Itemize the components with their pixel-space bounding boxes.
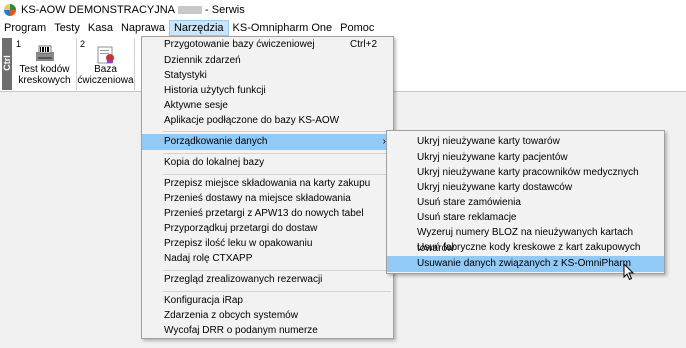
button-label: Baza ćwiczeniowa [77, 64, 134, 86]
menu-item-ctxapp-role[interactable]: Nadaj rolę CTXAPP [142, 251, 393, 267]
menu-item-connected-apps[interactable]: Aplikacje podłączone do bazy KS-AOW [142, 113, 393, 129]
menu-bar: Program Testy Kasa Naprawa Narzędzia KS-… [0, 20, 686, 36]
ctrl-tab: Ctrl [2, 38, 12, 90]
button-label: Test kodów kreskowych [18, 64, 71, 86]
menu-item-event-log[interactable]: Dziennik zdarzeń [142, 53, 393, 69]
submenu-item-hide-products[interactable]: Ukryj nieużywane karty towarów [387, 134, 664, 150]
menu-item-package-quantity[interactable]: Przepisz ilość leku w opakowaniu [142, 236, 393, 252]
menu-item-training-db-prepare[interactable]: Przygotowanie bazy ćwiczeniowej Ctrl+2 [142, 37, 393, 53]
menu-item-reservations-review[interactable]: Przegląd zrealizowanych rezerwacji [142, 272, 393, 288]
menu-separator [163, 174, 391, 175]
submenu-item-reset-bloz[interactable]: Wyzeruj numery BLOZ na nieużywanych kart… [387, 225, 664, 254]
menu-testy[interactable]: Testy [50, 20, 84, 36]
training-db-icon [97, 46, 114, 64]
window-title: KS-AOW DEMONSTRACYJNA - Serwis [21, 4, 245, 16]
submenu-item-hide-suppliers[interactable]: Ukryj nieużywane karty dostawców [387, 180, 664, 196]
submenu-item-delete-barcodes[interactable]: Usuń fabryczne kody kreskowe z kart zaku… [387, 240, 664, 256]
menu-item-irap-config[interactable]: Konfiguracja iRap [142, 293, 393, 309]
menu-item-function-history[interactable]: Historia użytych funkcji [142, 83, 393, 99]
button-number: 2 [80, 39, 86, 49]
title-bar: KS-AOW DEMONSTRACYJNA - Serwis [0, 0, 686, 20]
mouse-cursor-icon [623, 263, 635, 281]
barcode-test-button[interactable]: 1 Test kodów kreskowych [13, 38, 77, 90]
data-cleanup-submenu: Ukryj nieużywane karty towarów Ukryj nie… [386, 130, 665, 274]
submenu-item-hide-medical-staff[interactable]: Ukryj nieużywane karty pracowników medyc… [387, 165, 664, 181]
menu-separator [163, 270, 391, 271]
menu-item-data-cleanup[interactable]: Porządkowanie danych › [142, 134, 393, 150]
menu-item-withdraw-drr[interactable]: Wycofaj DRR o podanym numerze [142, 323, 393, 339]
menu-item-external-events[interactable]: Zdarzenia z obcych systemów [142, 308, 393, 324]
app-logo-icon [4, 4, 16, 16]
menu-item-local-copy[interactable]: Kopia do lokalnej bazy [142, 155, 393, 171]
menu-pomoc[interactable]: Pomoc [336, 20, 378, 36]
menu-item-assign-tenders[interactable]: Przyporządkuj przetargi do dostaw [142, 221, 393, 237]
submenu-item-delete-orders[interactable]: Usuń stare zamówienia [387, 195, 664, 211]
redacted-text [178, 6, 203, 15]
shortcut-label: Ctrl+2 [350, 39, 377, 50]
menu-separator [163, 131, 391, 132]
menu-item-deliveries-to-storage[interactable]: Przenieś dostawy na miejsce składowania [142, 191, 393, 207]
tools-menu: Przygotowanie bazy ćwiczeniowej Ctrl+2 Dz… [141, 36, 394, 339]
button-number: 1 [16, 39, 22, 49]
menu-item-tenders-to-tables[interactable]: Przenieś przetargi z APW13 do nowych tab… [142, 206, 393, 222]
menu-item-storage-to-cards[interactable]: Przepisz miejsce składowania na karty za… [142, 176, 393, 192]
menu-separator [163, 291, 391, 292]
menu-program[interactable]: Program [0, 20, 50, 36]
menu-item-active-sessions[interactable]: Aktywne sesje [142, 98, 393, 114]
menu-kasa[interactable]: Kasa [84, 20, 117, 36]
barcode-printer-icon [35, 45, 54, 61]
menu-separator [163, 153, 391, 154]
menu-item-statistics[interactable]: Statystyki [142, 68, 393, 84]
submenu-item-hide-patients[interactable]: Ukryj nieużywane karty pacjentów [387, 150, 664, 166]
menu-narzedzia[interactable]: Narzędzia [168, 20, 229, 36]
menu-naprawa[interactable]: Naprawa [117, 20, 169, 36]
training-db-button[interactable]: 2 Baza ćwiczeniowa [77, 38, 135, 90]
menu-omnipharm[interactable]: KS-Omnipharm One [229, 20, 337, 36]
submenu-item-delete-complaints[interactable]: Usuń stare reklamacje [387, 210, 664, 226]
